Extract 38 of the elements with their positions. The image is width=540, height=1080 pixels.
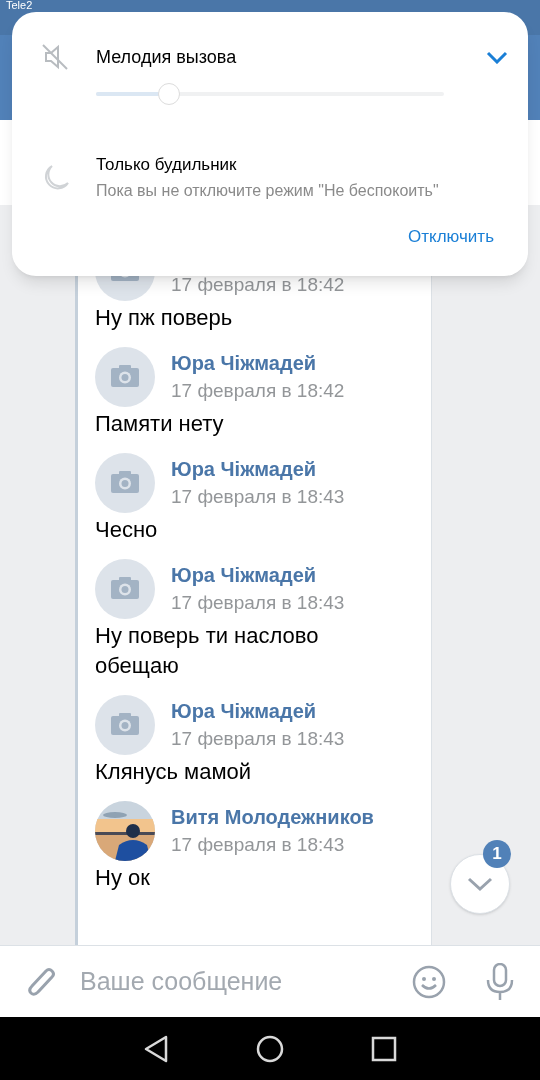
message-time: 17 февраля в 18:42 bbox=[171, 273, 345, 297]
camera-avatar-icon bbox=[95, 695, 155, 755]
camera-avatar-icon bbox=[95, 453, 155, 513]
carrier-label: Tele2 bbox=[6, 0, 33, 11]
volume-title: Мелодия вызова bbox=[96, 45, 238, 69]
camera-avatar-icon bbox=[95, 559, 155, 619]
author-name[interactable]: Юра Чіжмадей bbox=[171, 699, 345, 723]
mode-title: Только будильник bbox=[96, 154, 238, 176]
message-text: Ну ок bbox=[95, 864, 151, 892]
chevron-down-icon[interactable] bbox=[486, 50, 508, 64]
chevron-down-icon bbox=[467, 876, 493, 892]
message-text: Памяти нету bbox=[95, 410, 225, 438]
message-time: 17 февраля в 18:43 bbox=[171, 833, 346, 857]
message-time: 17 февраля в 18:43 bbox=[171, 591, 345, 615]
message-time: 17 февраля в 18:42 bbox=[171, 379, 345, 403]
muted-speaker-icon[interactable] bbox=[40, 42, 70, 72]
message-text: Ну поверь ти наслово обещаю bbox=[95, 622, 320, 680]
message-time: 17 февраля в 18:43 bbox=[171, 485, 345, 509]
message-time: 17 февраля в 18:43 bbox=[171, 727, 345, 751]
camera-avatar-icon bbox=[95, 347, 155, 407]
message-composer[interactable]: Ваше сообщение bbox=[0, 945, 540, 1017]
author-name[interactable]: Юра Чіжмадей bbox=[171, 351, 345, 375]
smiley-icon[interactable] bbox=[412, 964, 446, 999]
author-name[interactable]: Витя Молодежников bbox=[171, 805, 374, 829]
message-text: Чесно bbox=[95, 516, 159, 544]
home-icon[interactable] bbox=[256, 1034, 284, 1063]
microphone-icon[interactable] bbox=[486, 962, 514, 1001]
author-name[interactable]: Юра Чіжмадей bbox=[171, 457, 345, 481]
back-icon[interactable] bbox=[143, 1034, 170, 1063]
unread-badge: 1 bbox=[483, 840, 511, 868]
message-text: Ну пж поверь bbox=[95, 304, 234, 332]
slider-thumb[interactable] bbox=[158, 83, 181, 105]
message-text: Клянусь мамой bbox=[95, 758, 253, 786]
author-name[interactable]: Юра Чіжмадей bbox=[171, 563, 345, 587]
volume-slider[interactable] bbox=[96, 83, 444, 105]
mode-description: Пока вы не отключите режим "Не беспокоить" bbox=[96, 181, 439, 201]
turn-off-link[interactable]: Отключить bbox=[408, 224, 494, 250]
recents-icon[interactable] bbox=[370, 1035, 397, 1062]
